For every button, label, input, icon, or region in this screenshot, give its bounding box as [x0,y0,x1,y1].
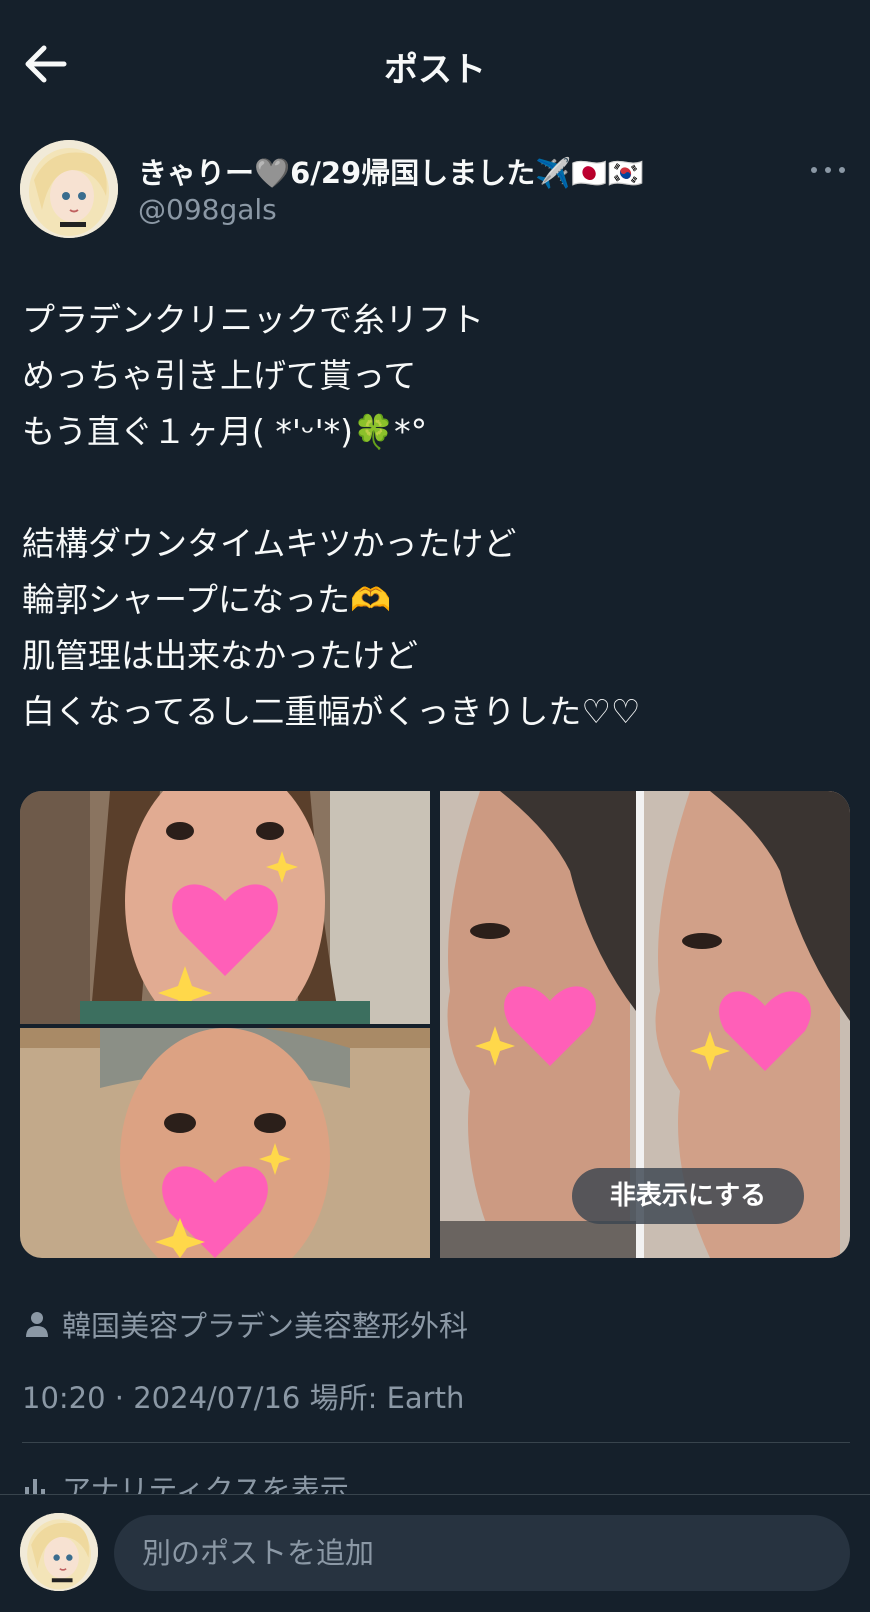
author-avatar[interactable] [20,140,118,238]
photo-front-after [20,1028,430,1258]
more-horizontal-icon [811,167,845,173]
reply-input[interactable]: 別のポストを追加 [114,1515,850,1591]
post-detail-screen: ポスト きゃりー🩶6/29帰国しました✈️🇯🇵🇰🇷 @098gals プラデンク… [0,0,870,1612]
post-line: 肌管理は出来なかったけど [22,636,418,675]
post-line: プラデンクリニックで糸リフト [22,300,484,339]
header: ポスト [0,0,870,130]
current-user-avatar[interactable] [20,1513,98,1591]
photo-front-before [20,791,430,1024]
media-photo-1[interactable] [20,791,430,1024]
hide-media-button[interactable]: 非表示にする [572,1168,804,1224]
post-line: 結構ダウンタイムキツかったけど [22,524,517,563]
more-options-button[interactable] [808,150,848,190]
post-line: 輪郭シャープになった🫶 [22,580,392,619]
avatar-illustration [20,140,118,238]
post-line: 白くなってるし二重幅がくっきりした♡♡ [22,692,641,731]
post-text: プラデンクリニックで糸リフト めっちゃ引き上げて貰って もう直ぐ１ヶ月( *'ᵕ… [22,292,852,740]
person-icon [26,1312,48,1337]
location-link[interactable]: 韓国美容プラデン美容整形外科 [22,1300,468,1348]
page-title: ポスト [384,50,486,90]
post-line: めっちゃ引き上げて貰って [22,356,417,395]
media-photo-2[interactable] [20,1028,430,1258]
post-line: もう直ぐ１ヶ月( *'ᵕ'*)🍀*° [22,412,428,451]
author-display-name[interactable]: きゃりー🩶6/29帰国しました✈️🇯🇵🇰🇷 [138,150,644,192]
post-timestamp: 10:20 · 2024/07/16 場所: Earth [22,1381,465,1415]
reply-bar: 別のポストを追加 [0,1494,870,1612]
author-handle[interactable]: @098gals [138,193,277,226]
location-label: 韓国美容プラデン美容整形外科 [62,1309,469,1343]
avatar-illustration [20,1513,98,1591]
divider [22,1442,850,1443]
